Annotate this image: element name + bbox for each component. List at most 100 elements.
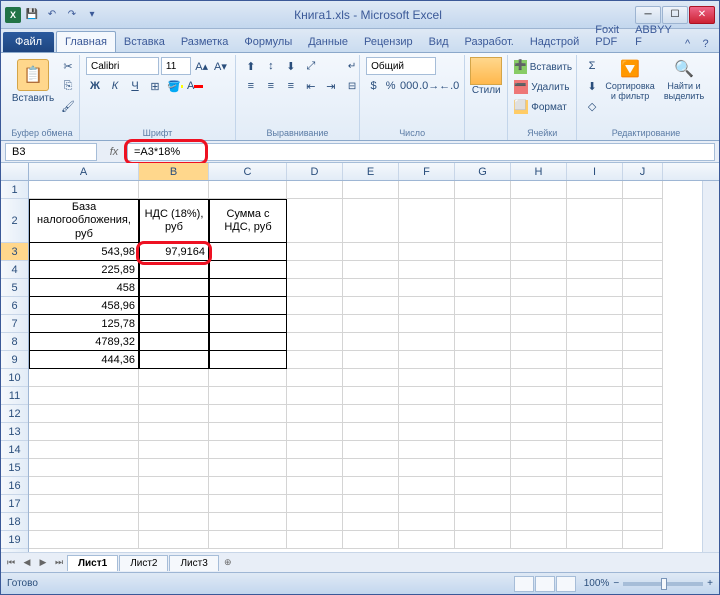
tab-data[interactable]: Данные	[300, 32, 356, 52]
cell-H19[interactable]	[511, 531, 567, 549]
cell-I12[interactable]	[567, 405, 623, 423]
align-center-icon[interactable]: ≡	[262, 77, 280, 95]
cell-I17[interactable]	[567, 495, 623, 513]
cell-C17[interactable]	[209, 495, 287, 513]
save-icon[interactable]: 💾	[23, 6, 41, 24]
cell-G19[interactable]	[455, 531, 511, 549]
tab-review[interactable]: Рецензир	[356, 32, 421, 52]
cell-H17[interactable]	[511, 495, 567, 513]
cell-H6[interactable]	[511, 297, 567, 315]
cell-J1[interactable]	[623, 181, 663, 199]
cell-A17[interactable]	[29, 495, 139, 513]
indent-dec-icon[interactable]: ⇤	[302, 77, 320, 95]
italic-button[interactable]: К	[106, 77, 124, 95]
currency-icon[interactable]: $	[366, 77, 381, 95]
cell-A1[interactable]	[29, 181, 139, 199]
cell-G18[interactable]	[455, 513, 511, 531]
dec-decimal-icon[interactable]: ←.0	[440, 77, 458, 95]
row-header-19[interactable]: 19	[1, 531, 28, 549]
redo-icon[interactable]: ↷	[63, 6, 81, 24]
cell-I16[interactable]	[567, 477, 623, 495]
cell-E1[interactable]	[343, 181, 399, 199]
cell-E13[interactable]	[343, 423, 399, 441]
align-bottom-icon[interactable]: ⬇	[282, 57, 300, 75]
row-header-6[interactable]: 6	[1, 297, 28, 315]
fill-color-button[interactable]: 🪣	[166, 77, 184, 95]
cell-E3[interactable]	[343, 243, 399, 261]
cell-E7[interactable]	[343, 315, 399, 333]
cell-H8[interactable]	[511, 333, 567, 351]
cell-J12[interactable]	[623, 405, 663, 423]
cell-I10[interactable]	[567, 369, 623, 387]
cell-E4[interactable]	[343, 261, 399, 279]
row-header-7[interactable]: 7	[1, 315, 28, 333]
cell-A4[interactable]: 225,89	[29, 261, 139, 279]
tab-addins[interactable]: Надстрой	[522, 32, 587, 52]
cell-F15[interactable]	[399, 459, 455, 477]
cell-B7[interactable]	[139, 315, 209, 333]
align-top-icon[interactable]: ⬆	[242, 57, 260, 75]
sheet-tab-1[interactable]: Лист1	[67, 555, 118, 571]
cell-I1[interactable]	[567, 181, 623, 199]
cell-J16[interactable]	[623, 477, 663, 495]
cell-B8[interactable]	[139, 333, 209, 351]
sheet-nav-last-icon[interactable]: ⏭	[51, 555, 67, 571]
horizontal-scrollbar[interactable]	[238, 553, 719, 572]
cell-E5[interactable]	[343, 279, 399, 297]
align-right-icon[interactable]: ≡	[282, 77, 300, 95]
autosum-icon[interactable]: Σ	[583, 57, 601, 75]
border-button[interactable]: ⊞	[146, 77, 164, 95]
number-format-combo[interactable]: Общий	[366, 57, 436, 75]
cell-G6[interactable]	[455, 297, 511, 315]
clear-icon[interactable]: ◇	[583, 97, 601, 115]
cell-A10[interactable]	[29, 369, 139, 387]
cell-C1[interactable]	[209, 181, 287, 199]
cell-I18[interactable]	[567, 513, 623, 531]
cell-F10[interactable]	[399, 369, 455, 387]
cell-G4[interactable]	[455, 261, 511, 279]
inc-decimal-icon[interactable]: .0→	[420, 77, 438, 95]
cell-A18[interactable]	[29, 513, 139, 531]
cell-G8[interactable]	[455, 333, 511, 351]
minimize-ribbon-icon[interactable]: ^	[680, 36, 696, 52]
cell-D17[interactable]	[287, 495, 343, 513]
sheet-nav-prev-icon[interactable]: ◀	[19, 555, 35, 571]
cell-F7[interactable]	[399, 315, 455, 333]
cell-G13[interactable]	[455, 423, 511, 441]
cell-C18[interactable]	[209, 513, 287, 531]
cell-D18[interactable]	[287, 513, 343, 531]
col-header-D[interactable]: D	[287, 163, 343, 180]
row-header-1[interactable]: 1	[1, 181, 28, 199]
tab-view[interactable]: Вид	[421, 32, 457, 52]
sheet-tab-3[interactable]: Лист3	[169, 555, 218, 571]
cell-G7[interactable]	[455, 315, 511, 333]
shrink-font-icon[interactable]: A▾	[212, 57, 229, 75]
cell-A13[interactable]	[29, 423, 139, 441]
cell-I11[interactable]	[567, 387, 623, 405]
cell-C6[interactable]	[209, 297, 287, 315]
file-tab[interactable]: Файл	[3, 32, 54, 52]
bold-button[interactable]: Ж	[86, 77, 104, 95]
row-header-18[interactable]: 18	[1, 513, 28, 531]
cell-J10[interactable]	[623, 369, 663, 387]
cell-H18[interactable]	[511, 513, 567, 531]
cell-F5[interactable]	[399, 279, 455, 297]
row-header-5[interactable]: 5	[1, 279, 28, 297]
cell-E17[interactable]	[343, 495, 399, 513]
view-normal-icon[interactable]	[514, 576, 534, 592]
sheet-nav-next-icon[interactable]: ▶	[35, 555, 51, 571]
cell-I8[interactable]	[567, 333, 623, 351]
cell-G14[interactable]	[455, 441, 511, 459]
col-header-J[interactable]: J	[623, 163, 663, 180]
row-header-14[interactable]: 14	[1, 441, 28, 459]
cell-I14[interactable]	[567, 441, 623, 459]
tab-formulas[interactable]: Формулы	[236, 32, 300, 52]
cell-F14[interactable]	[399, 441, 455, 459]
cell-I9[interactable]	[567, 351, 623, 369]
zoom-slider[interactable]	[623, 582, 703, 586]
cell-F18[interactable]	[399, 513, 455, 531]
tab-insert[interactable]: Вставка	[116, 32, 173, 52]
cell-E12[interactable]	[343, 405, 399, 423]
cell-F17[interactable]	[399, 495, 455, 513]
cell-J13[interactable]	[623, 423, 663, 441]
